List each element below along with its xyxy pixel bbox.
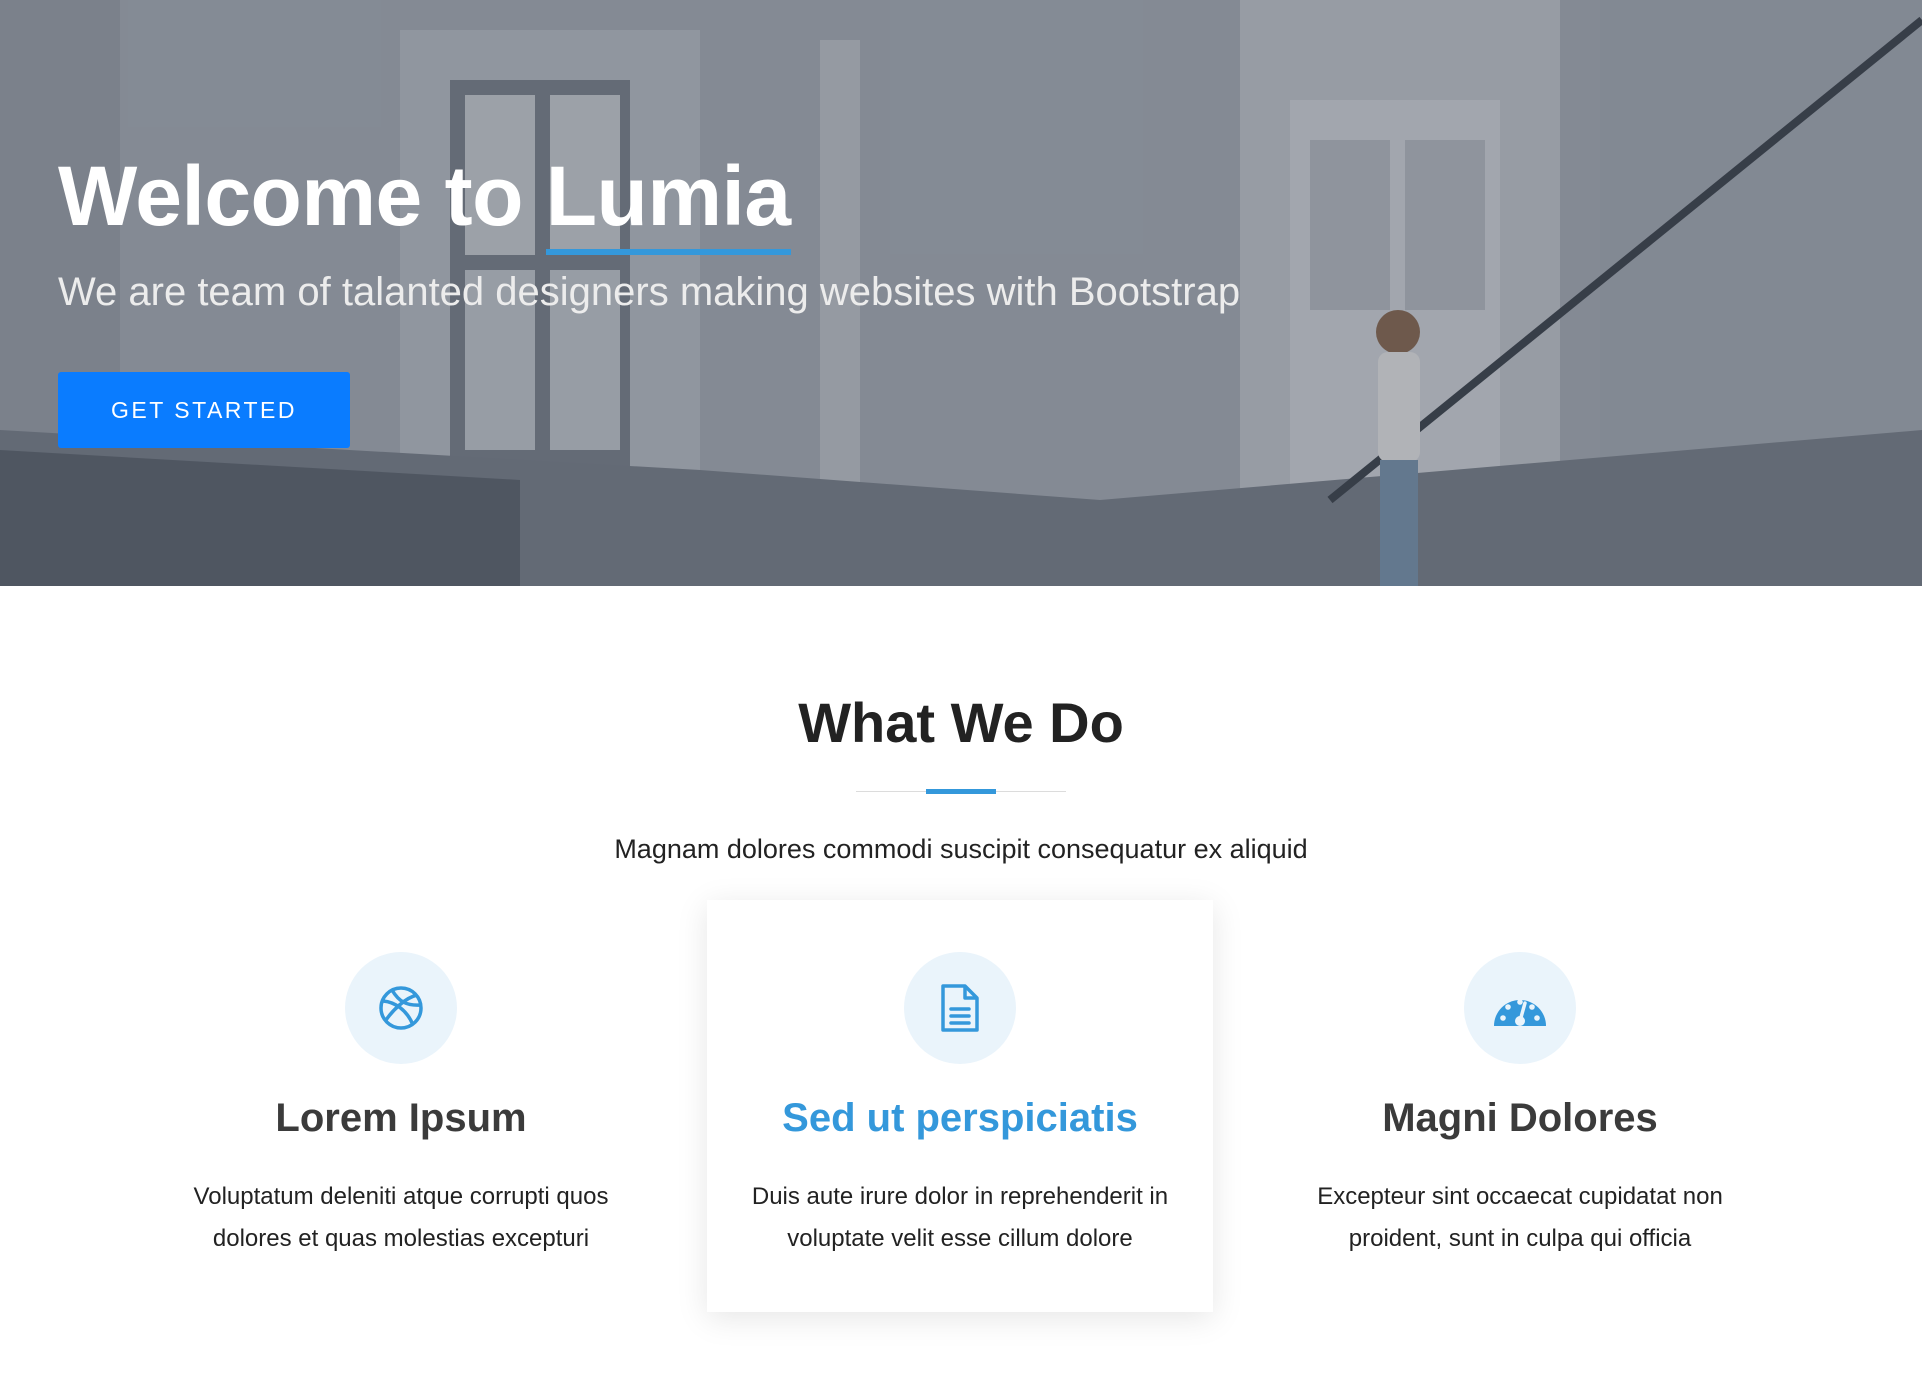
title-divider-accent [926, 789, 996, 794]
service-title: Sed ut perspiciatis [782, 1096, 1138, 1140]
service-text: Voluptatum deleniti atque corrupti quos … [193, 1183, 609, 1252]
service-card-lorem-ipsum[interactable]: Lorem Ipsum Voluptatum deleniti atque co… [148, 900, 654, 1312]
icon-circle [1464, 952, 1576, 1064]
hero-section: Welcome to Lumia We are team of talanted… [0, 0, 1922, 586]
hero-title: Welcome to Lumia [58, 149, 1240, 256]
basketball-icon [379, 986, 423, 1030]
service-title: Magni Dolores [1382, 1096, 1658, 1140]
icon-circle [345, 952, 457, 1064]
section-description: Magnam dolores commodi suscipit consequa… [614, 834, 1308, 864]
service-card-magni-dolores[interactable]: Magni Dolores Excepteur sint occaecat cu… [1267, 900, 1773, 1312]
get-started-button[interactable]: GET STARTED [58, 372, 350, 448]
hero-title-accent: Lumia [545, 149, 791, 256]
icon-circle [904, 952, 1016, 1064]
hero-content: Welcome to Lumia We are team of talanted… [58, 150, 1240, 315]
service-title: Lorem Ipsum [275, 1096, 527, 1140]
hero-subtitle: We are team of talanted designers making… [58, 270, 1241, 315]
hero-title-prefix: Welcome to [58, 149, 546, 243]
service-text: Duis aute irure dolor in reprehenderit i… [751, 1183, 1169, 1252]
speedometer-icon [1494, 999, 1546, 1026]
service-text: Excepteur sint occaecat cupidatat non pr… [1317, 1183, 1723, 1252]
service-card-sed-ut-perspiciatis[interactable]: Sed ut perspiciatis Duis aute irure dolo… [707, 900, 1213, 1312]
document-icon [941, 984, 979, 1032]
section-title: What We Do [798, 691, 1124, 754]
